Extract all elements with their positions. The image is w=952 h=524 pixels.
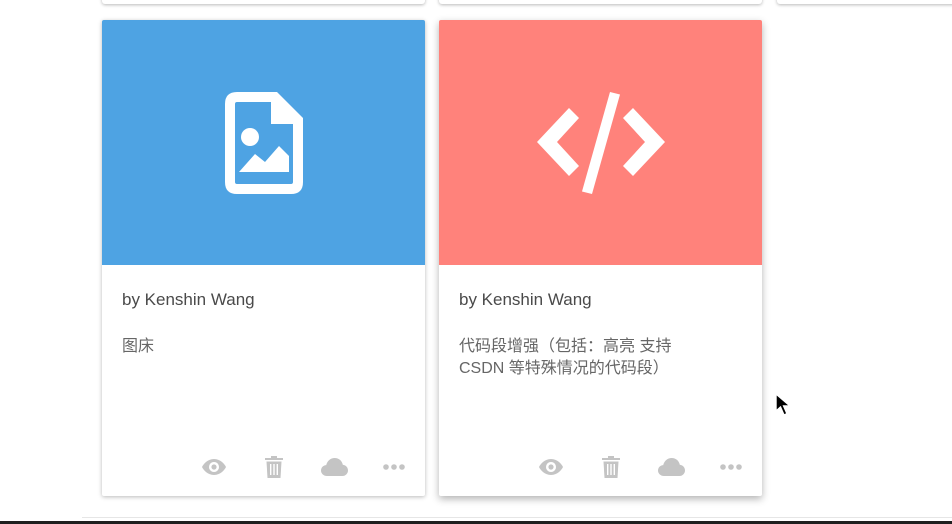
sync-button[interactable]: [656, 453, 686, 481]
card-previous-row[interactable]: [439, 0, 762, 4]
sync-button[interactable]: [319, 453, 349, 481]
trash-icon: [265, 456, 283, 478]
cloud-icon: [320, 458, 348, 476]
card-actions: [102, 453, 425, 481]
more-button[interactable]: [716, 453, 746, 481]
code-icon: [536, 91, 665, 194]
card-previous-row[interactable]: [102, 0, 425, 4]
preview-button[interactable]: [536, 453, 566, 481]
cloud-icon: [657, 458, 685, 476]
extension-card-code-enhance[interactable]: by Kenshin Wang 代码段增强（包括：高亮 支持 CSDN 等特殊情…: [439, 20, 762, 496]
preview-button[interactable]: [199, 453, 229, 481]
more-button[interactable]: [379, 453, 409, 481]
card-author: by Kenshin Wang: [459, 290, 592, 309]
mouse-pointer-icon: [775, 393, 792, 416]
eye-icon: [539, 459, 563, 475]
delete-button[interactable]: [259, 453, 289, 481]
card-banner: [439, 20, 762, 265]
extension-card-image-hosting[interactable]: by Kenshin Wang 图床: [102, 20, 425, 496]
card-banner: [102, 20, 425, 265]
card-actions: [439, 453, 762, 481]
eye-icon: [202, 459, 226, 475]
image-file-icon: [224, 91, 303, 194]
divider: [82, 517, 952, 518]
trash-icon: [602, 456, 620, 478]
more-icon: [383, 464, 405, 470]
card-description: 图床: [122, 338, 155, 355]
card-description: 代码段增强（包括：高亮 支持 CSDN 等特殊情况的代码段）: [459, 338, 672, 377]
card-author: by Kenshin Wang: [122, 290, 255, 309]
card-previous-row[interactable]: [777, 0, 952, 4]
delete-button[interactable]: [596, 453, 626, 481]
more-icon: [720, 464, 742, 470]
